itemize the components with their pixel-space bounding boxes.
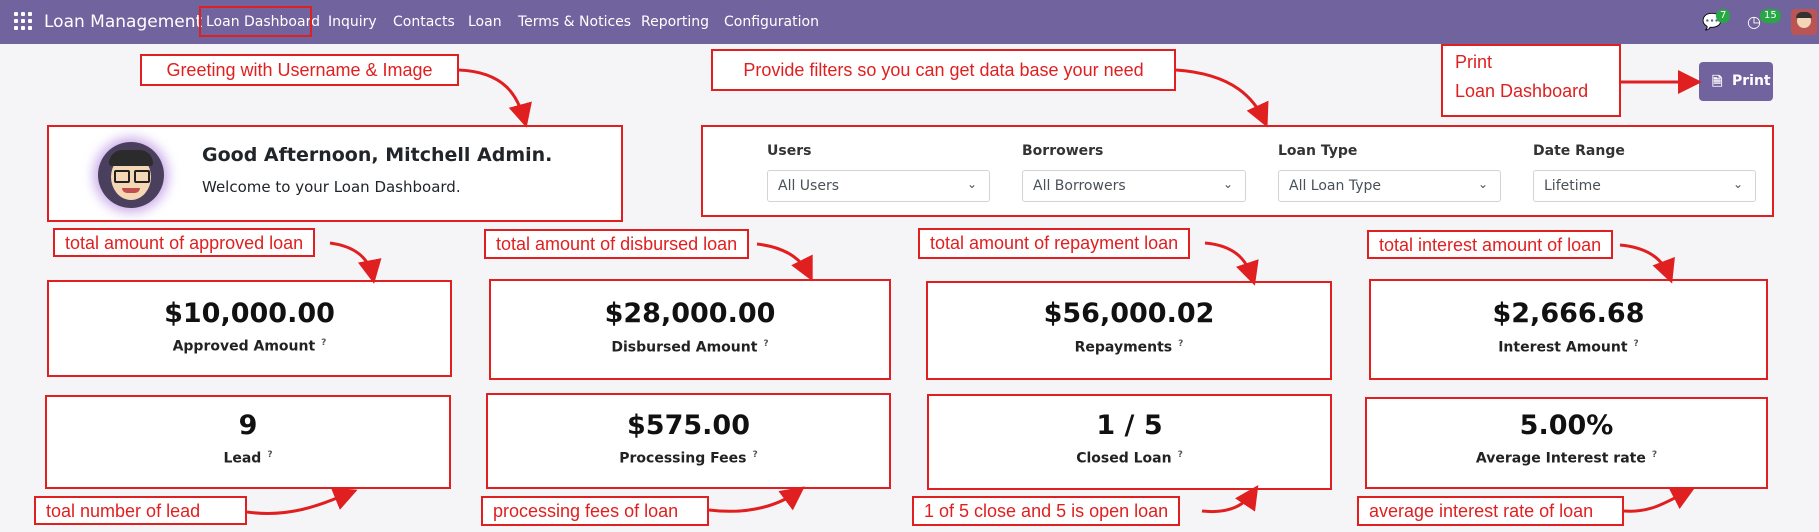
annotation-arrows: [246, 68, 1702, 516]
